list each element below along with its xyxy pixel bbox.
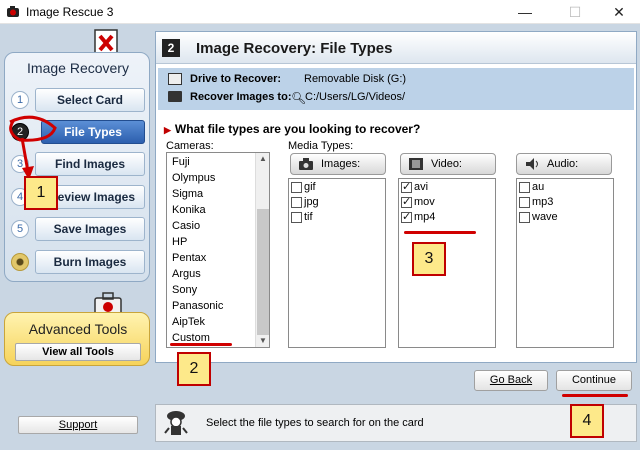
window-title: Image Rescue 3 (26, 5, 114, 19)
scroll-up-icon[interactable]: ▲ (256, 153, 269, 165)
view-all-tools-button[interactable]: View all Tools (15, 343, 141, 361)
list-item[interactable]: Casio (172, 220, 200, 232)
list-item[interactable]: Sigma (172, 188, 203, 200)
list-item[interactable]: Fuji (172, 156, 190, 168)
sidebar-item-file-types[interactable]: File Types (41, 120, 145, 144)
annotation-badge-3: 3 (412, 242, 446, 276)
advanced-tools-panel: Advanced Tools View all Tools (4, 312, 150, 366)
close-button[interactable]: ✕ (596, 0, 640, 24)
drive-to-recover-value: Removable Disk (G:) (304, 73, 407, 85)
drive-info: Drive to Recover: Removable Disk (G:) Re… (158, 68, 634, 110)
sidebar-item-find-images[interactable]: Find Images (35, 152, 145, 176)
list-item[interactable]: Pentax (172, 252, 206, 264)
drive-icon (168, 73, 182, 85)
images-button[interactable]: Images: (290, 153, 386, 175)
audio-button-label: Audio: (547, 158, 579, 170)
question-heading: ▶ What file types are you looking to reco… (164, 122, 420, 136)
image-recovery-panel: Image Recovery 1 Select Card 2 File Type… (4, 52, 150, 282)
speaker-icon (526, 158, 538, 170)
search-icon[interactable]: 🔍︎ (291, 91, 306, 105)
continue-button[interactable]: Continue (556, 370, 632, 391)
media-types-label: Media Types: (288, 140, 354, 152)
page-header: 2 Image Recovery: File Types (156, 32, 636, 64)
audio-type-list: au mp3 wave (516, 178, 614, 348)
audio-button[interactable]: Audio: (516, 153, 612, 175)
disc-icon (11, 253, 29, 271)
minimize-button[interactable]: — (502, 0, 548, 24)
sidebar-item-burn-images[interactable]: Burn Images (35, 250, 145, 274)
step-number-5: 5 (11, 220, 29, 238)
scroll-down-icon[interactable]: ▼ (256, 335, 269, 347)
go-back-label: Go Back (489, 374, 533, 386)
maximize-button[interactable]: ☐ (552, 0, 598, 24)
list-item[interactable]: Olympus (172, 172, 215, 184)
folder-icon (168, 91, 182, 102)
sidebar-item-save-images[interactable]: Save Images (35, 217, 145, 241)
main-panel: 2 Image Recovery: File Types Drive to Re… (155, 31, 637, 363)
scrollbar-thumb[interactable] (257, 209, 269, 335)
advanced-tools-heading: Advanced Tools (28, 321, 128, 337)
step-number-1: 1 (11, 91, 29, 109)
go-back-button[interactable]: Go Back (474, 370, 548, 391)
annotation-badge-4: 4 (570, 404, 604, 438)
cameras-scrollbar[interactable]: ▲ ▼ (255, 153, 269, 347)
images-button-label: Images: (321, 158, 361, 170)
images-type-list: gif jpg tif (288, 178, 386, 348)
list-item[interactable]: AipTek (172, 316, 205, 328)
list-item[interactable]: Konika (172, 204, 206, 216)
annotation-underline-video (404, 231, 476, 234)
support-button[interactable]: Support (18, 416, 138, 434)
annotation-badge-2: 2 (177, 352, 211, 386)
status-message: Select the file types to search for on t… (206, 417, 424, 429)
camera-icon (299, 158, 313, 170)
video-button[interactable]: Video: (400, 153, 496, 175)
cameras-list[interactable]: Fuji Olympus Sigma Konika Casio HP Penta… (166, 152, 270, 348)
helper-mascot-icon (164, 411, 188, 435)
help-message-box: Select the file types to search for on t… (155, 404, 637, 442)
list-item[interactable]: Sony (172, 284, 197, 296)
page-title: Image Recovery: File Types (196, 40, 393, 57)
cameras-label: Cameras: (166, 140, 214, 152)
annotation-underline-continue (562, 394, 628, 397)
annotation-underline-custom (170, 343, 232, 346)
recover-images-to-path[interactable]: C:/Users/LG/Videos/ (305, 91, 405, 103)
annotation-badge-1: 1 (24, 176, 58, 210)
film-icon (409, 158, 423, 170)
list-item[interactable]: HP (172, 236, 187, 248)
app-icon (7, 6, 19, 17)
step-badge: 2 (162, 39, 180, 57)
list-item[interactable]: Panasonic (172, 300, 223, 312)
step-number-3: 3 (11, 155, 29, 173)
drive-to-recover-label: Drive to Recover: (190, 73, 282, 85)
list-item[interactable]: Argus (172, 268, 201, 280)
recover-images-to-label: Recover Images to: (190, 91, 292, 103)
arrow-icon: ▶ (164, 125, 171, 135)
question-text: What file types are you looking to recov… (174, 122, 421, 136)
step-number-2: 2 (11, 123, 29, 141)
title-bar: Image Rescue 3 — ☐ ✕ (0, 0, 640, 24)
video-button-label: Video: (431, 158, 462, 170)
sidebar-heading: Image Recovery (27, 60, 129, 76)
sidebar-item-select-card[interactable]: Select Card (35, 88, 145, 112)
